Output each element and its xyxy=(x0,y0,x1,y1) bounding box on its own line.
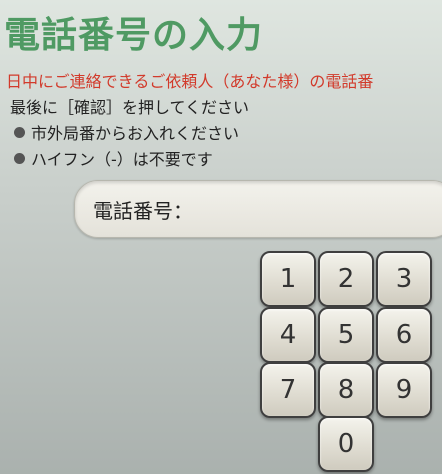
bullet-area-code-text: 市外局番からお入れください xyxy=(31,124,240,143)
key-1-button[interactable]: 1 xyxy=(260,251,316,307)
key-3-button[interactable]: 3 xyxy=(376,251,432,307)
page-title: 電話番号の入力 xyxy=(4,15,264,56)
key-6-button[interactable]: 6 xyxy=(376,307,432,363)
bullet-dot-icon xyxy=(14,152,25,164)
key-4-button[interactable]: 4 xyxy=(260,307,316,363)
key-0-button[interactable]: 0 xyxy=(318,416,374,472)
instruction-contact-note: 日中にご連絡できるご依頼人（あなた様）の電話番 xyxy=(6,72,374,91)
key-9-button[interactable]: 9 xyxy=(376,362,432,418)
bullet-no-hyphen-text: ハイフン（-）は不要です xyxy=(31,150,213,169)
key-7-button[interactable]: 7 xyxy=(260,362,316,418)
key-8-button[interactable]: 8 xyxy=(318,362,374,418)
instruction-confirm: 最後に［確認］を押してください xyxy=(10,98,250,117)
bullet-no-hyphen: ハイフン（-）は不要です xyxy=(14,146,213,170)
bullet-dot-icon xyxy=(14,126,25,138)
phone-number-label: 電話番号： xyxy=(93,198,193,223)
bullet-area-code: 市外局番からお入れください xyxy=(14,120,239,144)
key-5-button[interactable]: 5 xyxy=(318,307,374,363)
phone-number-field[interactable]: 電話番号： xyxy=(74,180,442,238)
key-2-button[interactable]: 2 xyxy=(318,251,374,307)
